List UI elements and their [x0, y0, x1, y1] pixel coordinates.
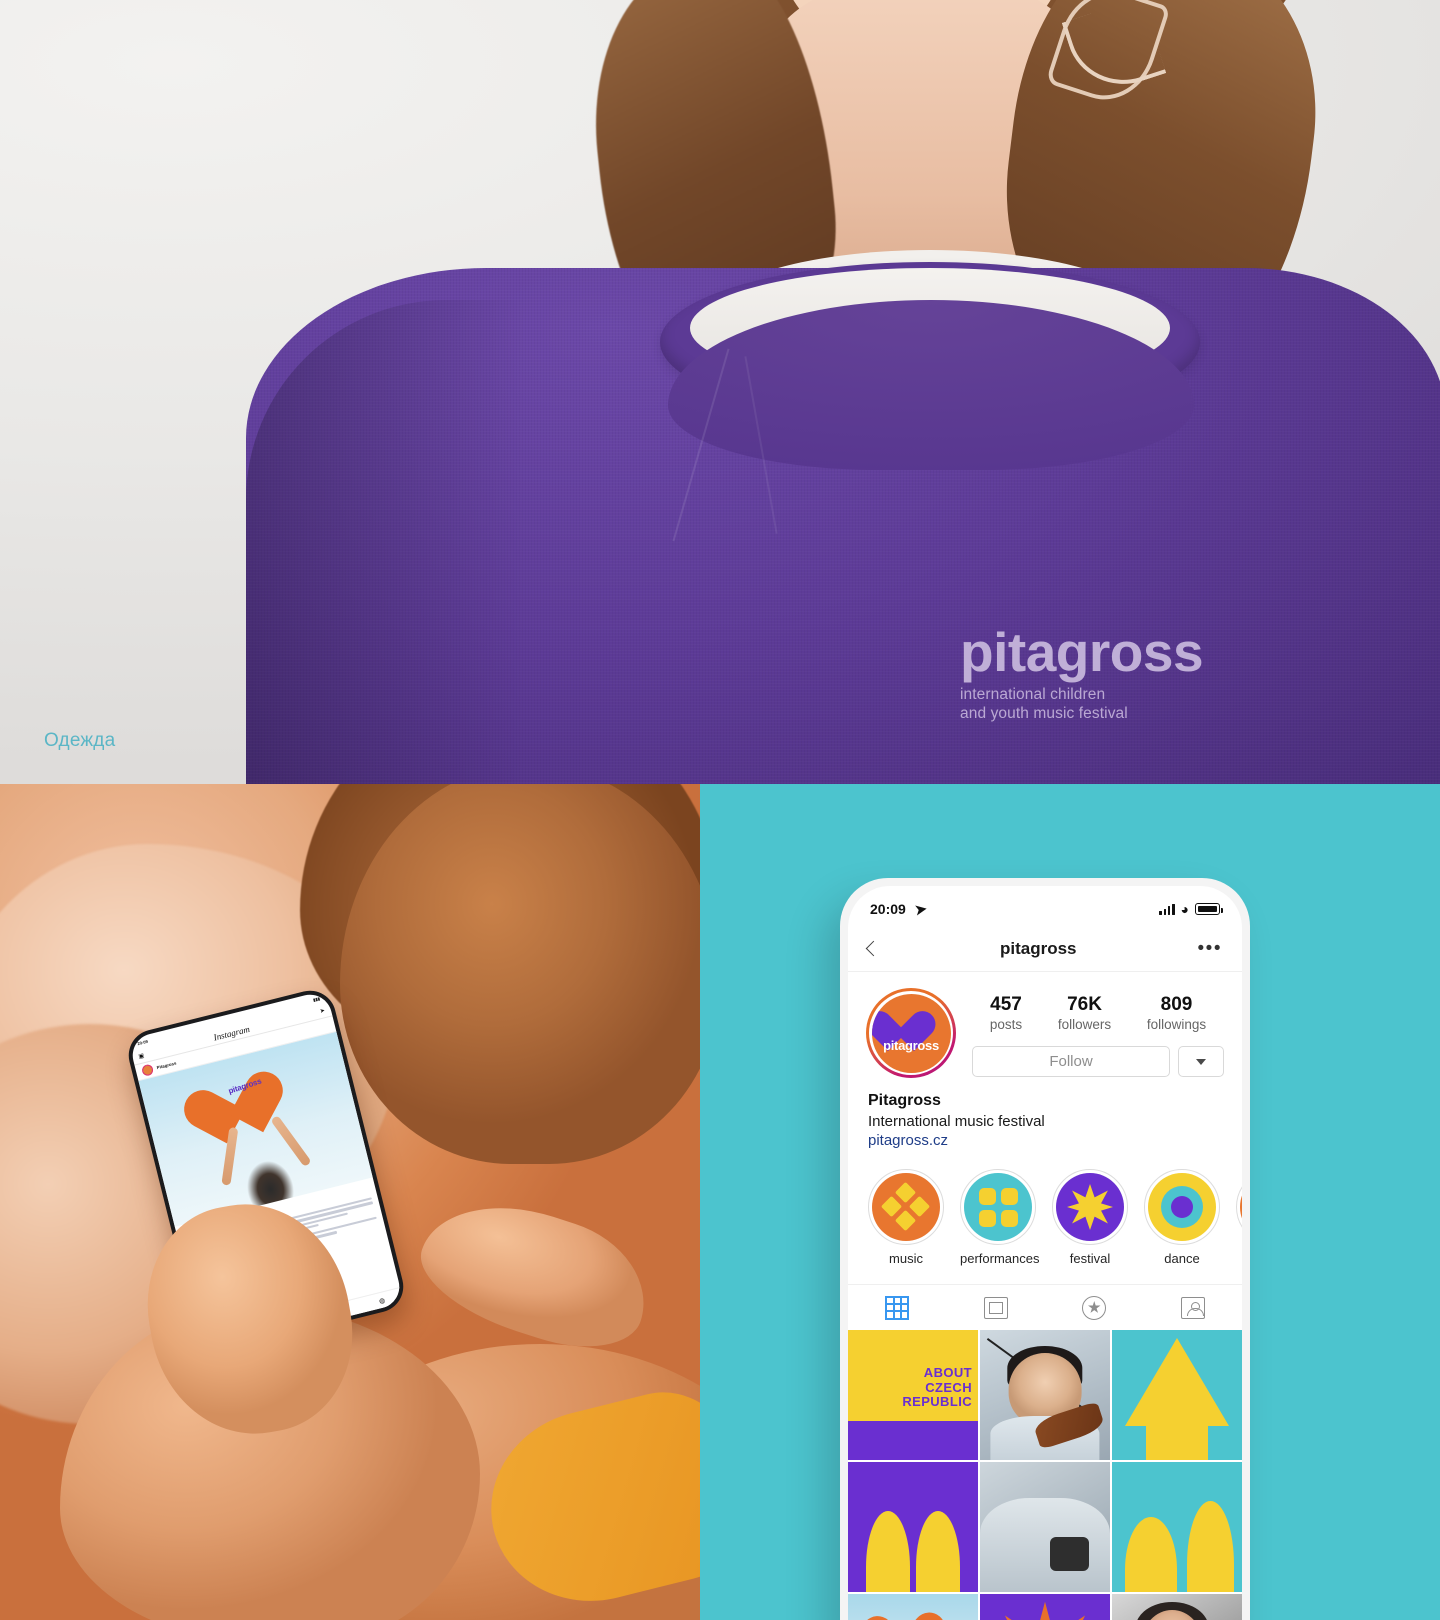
chevron-down-icon: [1196, 1058, 1206, 1065]
status-indicators: ◕: [1159, 901, 1223, 917]
star-burst-icon: [987, 1601, 1103, 1620]
send-icon[interactable]: ➤: [319, 1007, 325, 1015]
post-about-czech-republic[interactable]: ABOUT CZECH REPUBLIC: [848, 1330, 978, 1460]
profile-tabbar: [848, 1284, 1242, 1330]
post-dancing-girl[interactable]: [1112, 1594, 1242, 1620]
post-text-line: REPUBLIC: [902, 1394, 972, 1410]
more-options-icon[interactable]: •••: [1198, 939, 1222, 958]
stat-value: 457: [990, 994, 1022, 1015]
bio-description: International music festival: [868, 1113, 1045, 1130]
wifi-icon: ◕: [1180, 901, 1189, 917]
status-time-group: 20:09 ➤: [870, 899, 928, 918]
cellular-signal-icon: [1159, 903, 1175, 915]
apparel-mockup-panel: pitagross international children and you…: [0, 0, 1440, 784]
post-violin-boy[interactable]: [980, 1330, 1110, 1460]
post-text-line: ABOUT: [923, 1365, 972, 1381]
bio-display-name: Pitagross: [868, 1092, 941, 1109]
post-master-classes[interactable]: MASTER CLASSES: [980, 1594, 1110, 1620]
profile-icon[interactable]: ◍: [378, 1296, 386, 1305]
logo-subtitle-line-1: international children: [960, 686, 1106, 704]
post-girl-sky-pitagross[interactable]: pitagross: [848, 1594, 978, 1620]
logo-subtitle-line-2: and youth music festival: [960, 705, 1128, 723]
highlight-music[interactable]: music: [868, 1169, 944, 1266]
grid-icon: [885, 1295, 910, 1320]
stat-posts[interactable]: 457 posts: [990, 994, 1022, 1032]
stat-value: 76K: [1067, 994, 1102, 1015]
post-teal-arches[interactable]: [1112, 1462, 1242, 1592]
portfolio-board: pitagross international children and you…: [0, 0, 1440, 1620]
instagram-profile-panel: 20:09 ➤ ◕ pitagross ••• pitagross 457 po…: [700, 784, 1440, 1620]
profile-header: pitagross •••: [848, 926, 1242, 972]
profile-bio: Pitagross International music festival p…: [848, 1078, 1242, 1149]
post-text: ABOUT CZECH REPUBLIC: [848, 1366, 972, 1410]
post-grid: ABOUT CZECH REPUBLIC: [848, 1330, 1242, 1620]
tab-grid[interactable]: [848, 1295, 947, 1320]
girl-head: [340, 784, 700, 1164]
post-yellow-house[interactable]: [1112, 1330, 1242, 1460]
bio-website-link[interactable]: pitagross.cz: [868, 1132, 1222, 1149]
highlight-dance[interactable]: dance: [1144, 1169, 1220, 1266]
caption-apparel: Одежда: [44, 730, 116, 751]
location-arrow-icon: ➤: [913, 899, 928, 918]
follow-button[interactable]: Follow: [972, 1046, 1170, 1077]
star-burst-glyph-icon: [1067, 1184, 1113, 1230]
camera-icon[interactable]: ▣: [138, 1052, 145, 1060]
tab-tagged[interactable]: [1045, 1295, 1144, 1320]
logo-subtitle: international children and youth music f…: [960, 686, 1260, 724]
avatar-wordmark: pitagross: [883, 1037, 939, 1053]
highlight-label: Prag: [1236, 1251, 1242, 1266]
mini-status-icons: ▮▮▮: [312, 995, 321, 1002]
stat-label: posts: [989, 1017, 1023, 1032]
heart-icon: [854, 1606, 952, 1620]
avatar[interactable]: pitagross: [866, 988, 956, 1078]
story-highlights: music performances festival dance: [848, 1149, 1242, 1266]
battery-full-icon: [1195, 903, 1223, 915]
suggestions-dropdown-button[interactable]: [1178, 1046, 1224, 1077]
chevron-left-icon[interactable]: [865, 940, 882, 957]
igtv-icon: [983, 1296, 1008, 1319]
highlight-label: music: [889, 1251, 923, 1266]
highlight-prague[interactable]: Prag: [1236, 1169, 1242, 1266]
person-card-icon: [1180, 1296, 1205, 1319]
stat-followers[interactable]: 76K followers: [1058, 994, 1111, 1032]
highlight-festival[interactable]: festival: [1052, 1169, 1128, 1266]
stat-followings[interactable]: 809 followings: [1147, 994, 1206, 1032]
post-text-line: CZECH: [925, 1379, 972, 1395]
stats-and-actions: 457 posts 76K followers 809 followings F…: [972, 988, 1224, 1077]
social-media-lifestyle-panel: 20:09 ▮▮▮ ▣ Instagram ➤ Pitagross pitagr…: [0, 784, 700, 1620]
status-time: 20:09: [870, 900, 906, 917]
sweatshirt-logo-print: pitagross international children and you…: [960, 621, 1260, 724]
highlight-label: dance: [1164, 1251, 1200, 1266]
highlight-label: performances: [960, 1251, 1040, 1266]
stat-label: followings: [1146, 1017, 1207, 1032]
star-circle-icon: [1082, 1295, 1107, 1320]
mini-post-username[interactable]: Pitagross: [156, 1061, 177, 1071]
profile-action-row: Follow: [972, 1046, 1224, 1077]
post-camera-boy[interactable]: [980, 1462, 1110, 1592]
phone-mockup: 20:09 ➤ ◕ pitagross ••• pitagross 457 po…: [840, 878, 1250, 1620]
diamonds-glyph-icon: [880, 1181, 931, 1232]
logo-wordmark: pitagross: [960, 621, 1204, 683]
post-purple-arches[interactable]: [848, 1462, 978, 1592]
mini-avatar[interactable]: [140, 1063, 155, 1077]
status-bar: 20:09 ➤ ◕: [848, 886, 1242, 926]
target-glyph-icon: [1161, 1186, 1203, 1228]
stat-label: followers: [1057, 1017, 1112, 1032]
highlight-performances[interactable]: performances: [960, 1169, 1040, 1266]
profile-stats: 457 posts 76K followers 809 followings: [972, 994, 1224, 1032]
phone-screen: 20:09 ➤ ◕ pitagross ••• pitagross 457 po…: [848, 886, 1242, 1620]
mini-status-time: 20:09: [136, 1038, 149, 1046]
tab-igtv[interactable]: [947, 1296, 1046, 1319]
highlight-label: festival: [1069, 1251, 1111, 1266]
tab-person[interactable]: [1144, 1296, 1243, 1319]
stat-value: 809: [1160, 994, 1193, 1015]
page-title: pitagross: [1000, 938, 1077, 958]
profile-summary: pitagross 457 posts 76K followers 809 fo…: [848, 972, 1242, 1078]
four-dots-glyph-icon: [978, 1187, 1018, 1227]
